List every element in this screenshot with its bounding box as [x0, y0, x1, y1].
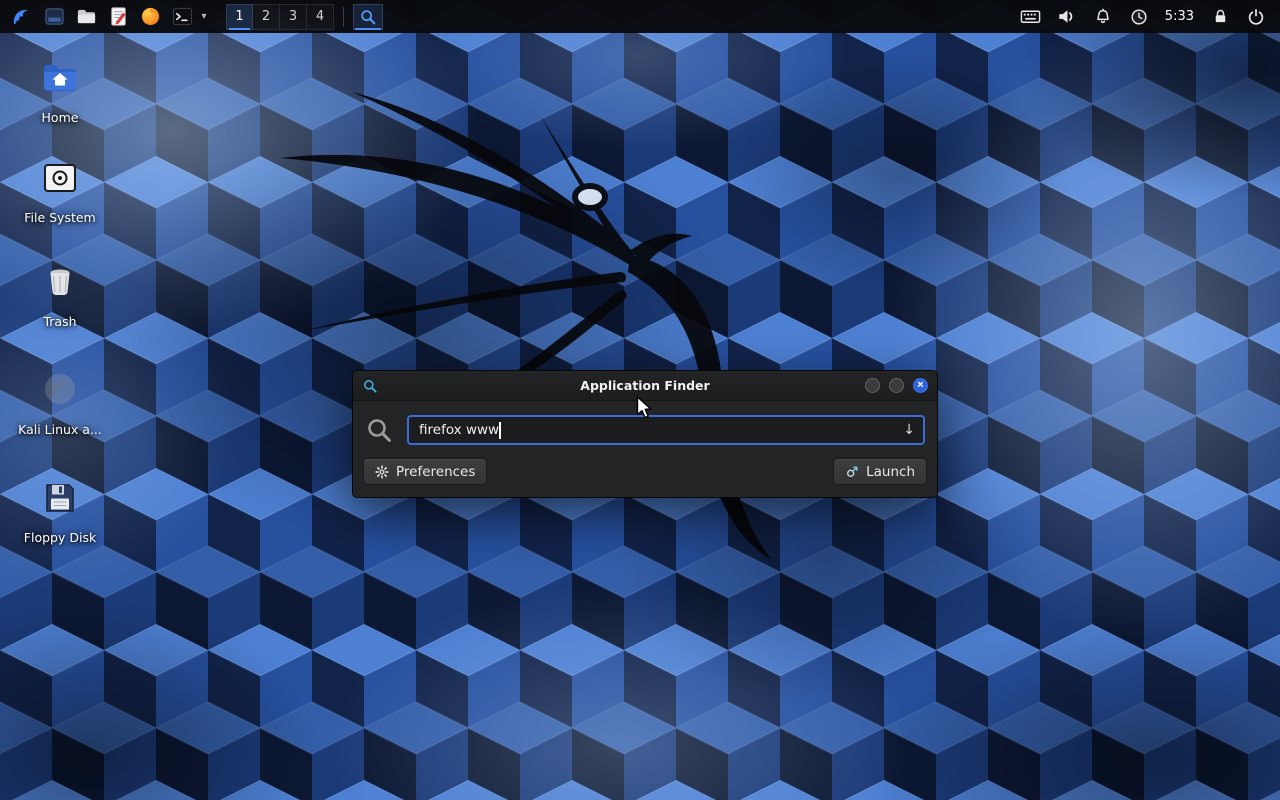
search-row: ↓	[365, 415, 925, 445]
text-editor-launcher[interactable]	[102, 0, 134, 33]
workspace-3-label: 3	[289, 9, 297, 24]
window-controls: ×	[865, 378, 928, 393]
floppy-icon	[40, 478, 80, 518]
drive-icon	[40, 158, 80, 198]
magnifier-icon	[359, 8, 377, 26]
home-folder-icon	[40, 58, 80, 98]
desktop-icon-floppy-disk[interactable]: Floppy Disk	[12, 478, 108, 545]
terminal-icon	[172, 6, 193, 27]
window-title: Application Finder	[353, 378, 937, 393]
terminal-dropdown-chevron[interactable]: ▾	[198, 0, 210, 33]
gear-icon	[375, 465, 389, 479]
dropdown-arrow-icon[interactable]: ↓	[903, 422, 915, 438]
close-button[interactable]: ×	[913, 378, 928, 393]
desktop-icon-label: File System	[24, 211, 96, 225]
panel-right: 5:33	[1013, 0, 1274, 33]
volume-button[interactable]	[1049, 0, 1085, 33]
workspace-1[interactable]: 1	[226, 4, 253, 30]
folder-icon	[76, 6, 97, 27]
desktop-icon-label: Kali Linux a...	[18, 423, 102, 437]
workspace-4-label: 4	[316, 9, 324, 24]
keyboard-layout-button[interactable]	[1013, 0, 1049, 33]
minimize-button[interactable]	[865, 378, 880, 393]
workspace-3[interactable]: 3	[280, 4, 307, 30]
firefox-launcher[interactable]	[134, 0, 166, 33]
document-pencil-icon	[108, 6, 129, 27]
clock-icon	[1129, 7, 1149, 27]
maximize-button[interactable]	[889, 378, 904, 393]
preferences-button[interactable]: Preferences	[363, 458, 487, 485]
finder-body: ↓ Preferences	[353, 401, 937, 497]
window-magnifier-icon	[362, 378, 378, 394]
kali-ghost-icon	[40, 370, 80, 410]
files-launcher[interactable]	[70, 0, 102, 33]
workspace-4[interactable]: 4	[307, 4, 334, 30]
search-icon	[365, 416, 393, 444]
screen-lock-button[interactable]	[1202, 0, 1238, 33]
desktop-icon-file-system[interactable]: File System	[12, 158, 108, 225]
search-input[interactable]	[407, 415, 925, 445]
workspace-2[interactable]: 2	[253, 4, 280, 30]
notifications-button[interactable]	[1085, 0, 1121, 33]
power-icon	[1246, 7, 1266, 27]
panel-left: ▾ 1 2 3 4	[6, 0, 383, 33]
preferences-label: Preferences	[396, 464, 475, 480]
text-caret	[499, 422, 501, 439]
top-panel: ▾ 1 2 3 4	[0, 0, 1280, 33]
kali-logo-icon	[11, 6, 33, 28]
trash-icon	[40, 262, 80, 302]
panel-separator	[343, 7, 344, 27]
desktop-icon-label: Trash	[43, 315, 76, 329]
keyboard-icon	[1020, 6, 1041, 27]
titlebar[interactable]: Application Finder ×	[353, 371, 937, 401]
desktop-icon-label: Floppy Disk	[24, 531, 96, 545]
firefox-icon	[140, 6, 161, 27]
desktop-icon-trash[interactable]: Trash	[12, 262, 108, 329]
launch-button[interactable]: Launch	[833, 458, 927, 485]
desktop-icon-label: Home	[42, 111, 79, 125]
terminal-launcher[interactable]	[166, 0, 198, 33]
desktop-icon-home[interactable]: Home	[12, 58, 108, 125]
taskbar-application-finder[interactable]	[353, 4, 383, 30]
close-icon: ×	[917, 380, 923, 391]
workspace-switcher: 1 2 3 4	[226, 4, 334, 30]
clock-applet-button[interactable]	[1121, 0, 1157, 33]
desktop-icon-kali-linux[interactable]: Kali Linux a...	[12, 370, 108, 437]
file-manager-launcher[interactable]	[38, 0, 70, 33]
lock-icon	[1211, 7, 1230, 26]
workspace-2-label: 2	[262, 9, 270, 24]
speaker-icon	[1056, 6, 1077, 27]
bell-icon	[1093, 7, 1113, 27]
launch-icon	[845, 465, 859, 479]
application-finder-window: Application Finder × ↓	[352, 370, 938, 498]
button-row: Preferences Launch	[363, 458, 927, 485]
clock-text[interactable]: 5:33	[1157, 9, 1202, 24]
launch-label: Launch	[866, 464, 915, 480]
workspace-1-label: 1	[235, 9, 243, 24]
window-icon	[44, 6, 65, 27]
search-input-wrap: ↓	[407, 415, 925, 445]
kali-menu-button[interactable]	[6, 0, 38, 33]
power-button[interactable]	[1238, 0, 1274, 33]
